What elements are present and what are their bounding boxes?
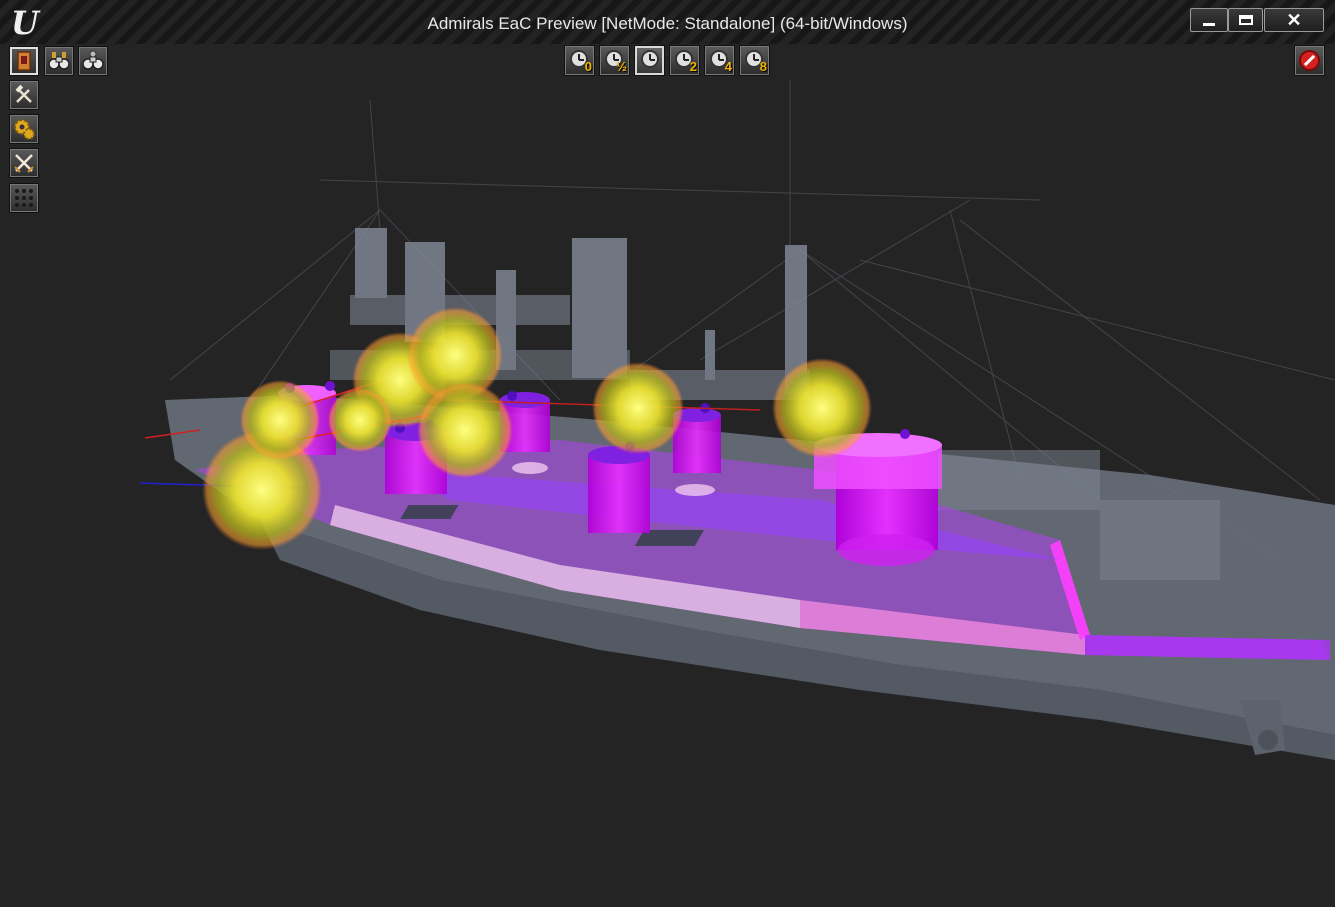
binoculars-icon bbox=[48, 52, 70, 70]
binoculars-gear-icon bbox=[82, 50, 104, 70]
speed-2-button[interactable]: 2 bbox=[669, 45, 700, 76]
gears-button[interactable] bbox=[9, 114, 39, 144]
turret bbox=[588, 441, 650, 533]
grid-dots-icon bbox=[15, 189, 33, 207]
battleship-scene bbox=[139, 80, 1335, 760]
battle-button[interactable] bbox=[9, 148, 39, 178]
speed-label: 4 bbox=[724, 59, 732, 74]
window-title: Admirals EaC Preview [NetMode: Standalon… bbox=[427, 14, 908, 33]
speed-0-button[interactable]: 0 bbox=[564, 45, 595, 76]
grid-button[interactable] bbox=[9, 183, 39, 213]
title-bar: U Admirals EaC Preview [NetMode: Standal… bbox=[0, 0, 1335, 44]
speed-8-button[interactable]: 8 bbox=[739, 45, 770, 76]
gears-icon bbox=[14, 119, 35, 140]
speed-label: 0 bbox=[584, 59, 592, 74]
maximize-icon bbox=[1238, 15, 1253, 25]
ship-card-button[interactable] bbox=[9, 46, 39, 76]
speed-label: ½ bbox=[616, 59, 627, 74]
stop-button[interactable] bbox=[1294, 45, 1325, 76]
speed-4-button[interactable]: 4 bbox=[704, 45, 735, 76]
binoculars-settings-button[interactable] bbox=[78, 46, 108, 76]
speed-half-button[interactable]: ½ bbox=[599, 45, 630, 76]
close-icon: ✕ bbox=[1286, 9, 1302, 30]
binoculars-button[interactable] bbox=[44, 46, 74, 76]
minimize-button[interactable] bbox=[1190, 8, 1228, 32]
tools-icon bbox=[15, 84, 32, 103]
game-window: U Admirals EaC Preview [NetMode: Standal… bbox=[0, 0, 1335, 907]
crossed-swords-icon bbox=[14, 154, 34, 173]
clock-icon bbox=[641, 50, 659, 68]
minimize-icon bbox=[1203, 22, 1215, 26]
speed-label: 8 bbox=[759, 59, 767, 74]
tools-button[interactable] bbox=[9, 80, 39, 110]
close-button[interactable]: ✕ bbox=[1264, 8, 1324, 32]
ship-card-icon bbox=[17, 51, 31, 71]
maximize-button[interactable] bbox=[1228, 8, 1263, 32]
stop-circle-icon bbox=[1299, 50, 1320, 71]
speed-1-button[interactable] bbox=[634, 45, 665, 76]
speed-label: 2 bbox=[689, 59, 697, 74]
